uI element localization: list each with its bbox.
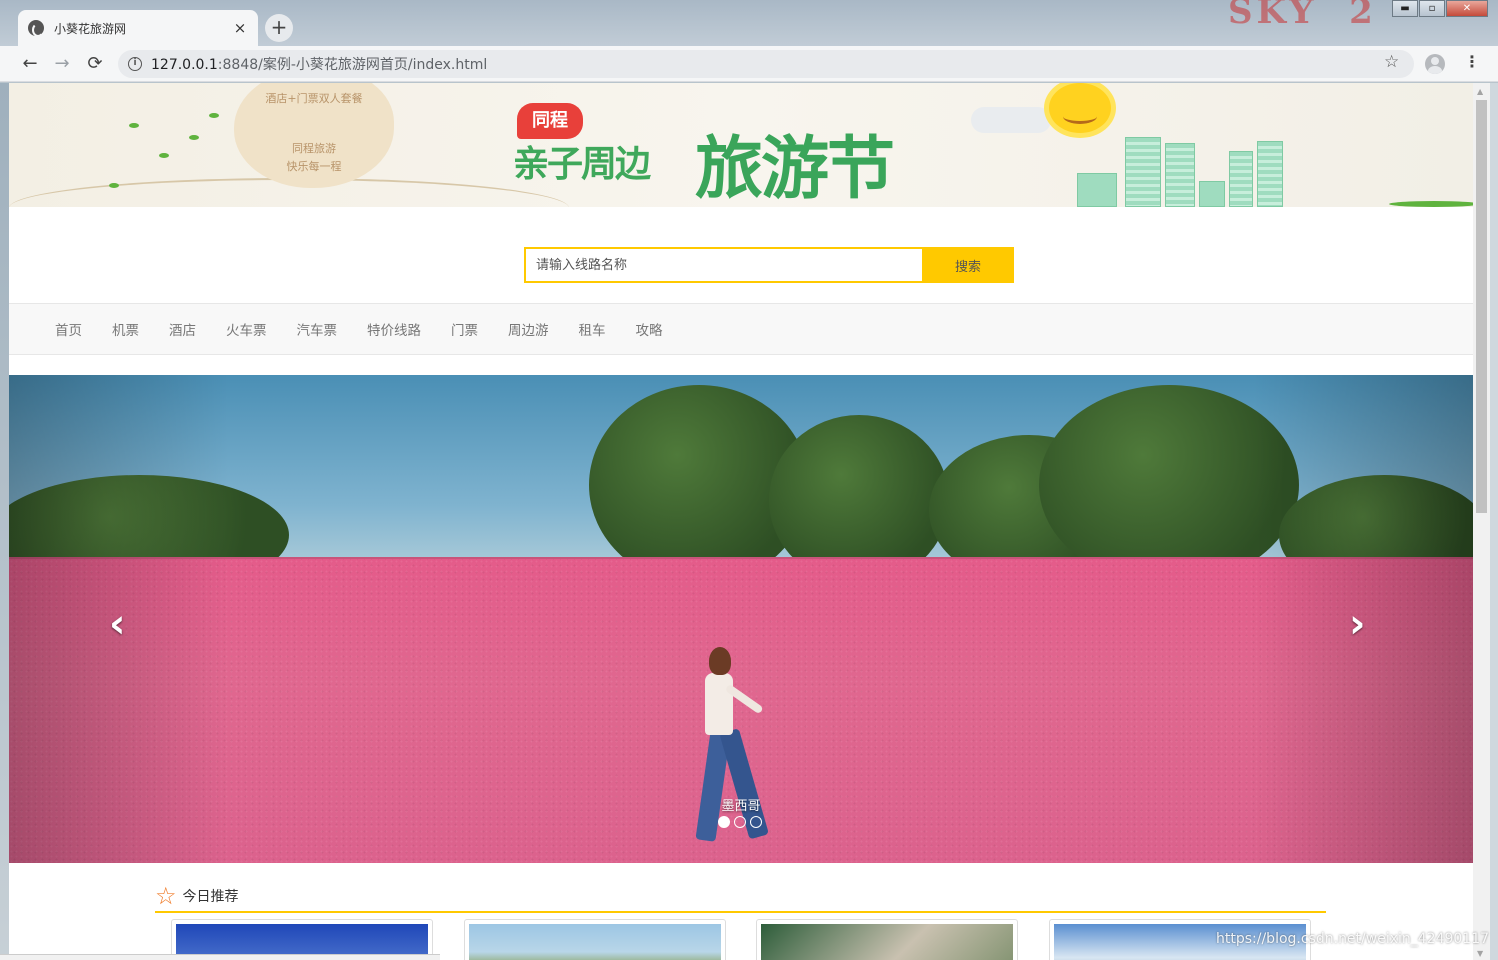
nav-item[interactable]: 机票 (97, 319, 154, 339)
nav-item[interactable]: 火车票 (211, 319, 282, 339)
globe-icon (28, 20, 44, 37)
close-window-button[interactable]: ✕ (1446, 0, 1488, 17)
building-icon (1125, 137, 1161, 207)
scroll-up-icon[interactable]: ▲ (1477, 87, 1483, 96)
nav-item[interactable]: 特价线路 (352, 319, 436, 339)
nav-item[interactable]: 攻略 (621, 319, 678, 339)
carousel-next-icon[interactable]: › (1349, 601, 1365, 647)
carousel-indicators (718, 816, 762, 828)
url-host: 127.0.0.1 (151, 57, 218, 73)
back-button[interactable]: ← (18, 52, 42, 76)
status-bar (0, 954, 440, 960)
info-icon[interactable]: i (128, 57, 142, 71)
browser-titlebar: 小葵花旅游网 × + SKY 2 ▬ ▫ ✕ (0, 0, 1498, 46)
nav-item[interactable]: 汽车票 (282, 319, 353, 339)
card-image[interactable] (761, 924, 1013, 960)
banner-cloud: 酒店+门票双人套餐 同程旅游 快乐每一程 (234, 83, 394, 188)
tab-close-icon[interactable]: × (232, 19, 248, 37)
browser-menu-icon[interactable]: ⋮ (1464, 52, 1480, 71)
recommend-card[interactable] (756, 919, 1018, 960)
search-input[interactable] (524, 247, 922, 283)
scroll-down-icon[interactable]: ▼ (1477, 949, 1483, 958)
leaf-icon (209, 113, 219, 118)
carousel-indicator[interactable] (718, 816, 730, 828)
banner-cloud-text-2: 同程旅游 (292, 142, 336, 155)
carousel-indicator[interactable] (750, 816, 762, 828)
tab-title: 小葵花旅游网 (54, 21, 127, 36)
banner-cloud-text-3: 快乐每一程 (286, 160, 342, 173)
person-torso (705, 673, 733, 735)
search-button[interactable]: 搜索 (922, 247, 1014, 283)
carousel-indicator[interactable] (734, 816, 746, 828)
nav-item[interactable]: 门票 (436, 319, 493, 339)
desktop-edge-left (0, 83, 9, 960)
nav-item[interactable]: 酒店 (154, 319, 211, 339)
leaf-icon (109, 183, 119, 188)
hero-carousel: ‹ › 墨西哥 (9, 375, 1473, 863)
leaf-icon (159, 153, 169, 158)
carousel-caption: 墨西哥 (721, 799, 761, 814)
browser-tab[interactable]: 小葵花旅游网 × (18, 10, 258, 46)
header-banner: 酒店+门票双人套餐 同程旅游 快乐每一程 同程 亲子周边 旅游节 (9, 83, 1473, 207)
banner-cloud-text-1: 酒店+门票双人套餐 (265, 92, 363, 105)
recommend-title: 今日推荐 (182, 889, 239, 905)
nav-item[interactable]: 租车 (564, 319, 621, 339)
leaf-icon (129, 123, 139, 128)
main-nav: 首页 机票 酒店 火车票 汽车票 特价线路 门票 周边游 租车 攻略 (9, 303, 1473, 355)
reload-button[interactable]: ⟳ (83, 52, 107, 76)
bookmark-star-icon[interactable]: ☆ (1384, 52, 1399, 72)
profile-avatar-icon[interactable] (1425, 54, 1445, 74)
sun-icon (1049, 83, 1111, 133)
banner-cloud-small (971, 107, 1051, 133)
building-icon (1257, 141, 1283, 207)
minimize-button[interactable]: ▬ (1392, 0, 1418, 17)
recommend-card[interactable] (464, 919, 726, 960)
building-icon (1229, 151, 1253, 207)
person-head (709, 647, 731, 675)
recommend-header: ☆ 今日推荐 (155, 881, 1326, 913)
new-tab-button[interactable]: + (265, 14, 293, 42)
logo-subtitle: 亲子周边 (513, 144, 651, 185)
building-icon (1165, 143, 1195, 207)
desktop-edge-right (1490, 83, 1498, 960)
scrollbar-thumb[interactable] (1476, 100, 1487, 513)
search-bar: 搜索 (524, 247, 1014, 283)
card-image[interactable] (469, 924, 721, 960)
logo-badge: 同程 (517, 103, 583, 139)
watermark-text: https://blog.csdn.net/weixin_42490117 (1216, 931, 1490, 947)
url-path: :8848/案例-小葵花旅游网首页/index.html (217, 57, 488, 73)
banner-hill (1389, 201, 1473, 207)
url-text: 127.0.0.1:8848/案例-小葵花旅游网首页/index.html (151, 54, 487, 74)
building-icon (1077, 173, 1117, 207)
nav-item[interactable]: 首页 (40, 319, 97, 339)
address-bar[interactable]: i 127.0.0.1:8848/案例-小葵花旅游网首页/index.html (118, 50, 1414, 78)
background-decoration: SKY 2 (1228, 0, 1377, 32)
walking-person (687, 647, 769, 863)
star-icon: ☆ (155, 882, 177, 910)
forward-button[interactable]: → (50, 52, 74, 76)
building-icon (1199, 181, 1225, 207)
page-scrollbar[interactable]: ▲ ▼ (1473, 83, 1490, 960)
maximize-button[interactable]: ▫ (1419, 0, 1445, 17)
carousel-prev-icon[interactable]: ‹ (109, 601, 125, 647)
nav-item[interactable]: 周边游 (493, 319, 564, 339)
browser-toolbar: ← → ⟳ i 127.0.0.1:8848/案例-小葵花旅游网首页/index… (0, 46, 1498, 82)
leaf-icon (189, 135, 199, 140)
page-viewport: 酒店+门票双人套餐 同程旅游 快乐每一程 同程 亲子周边 旅游节 搜索 首页机票… (9, 83, 1473, 960)
logo-title: 旅游节 (695, 130, 895, 207)
